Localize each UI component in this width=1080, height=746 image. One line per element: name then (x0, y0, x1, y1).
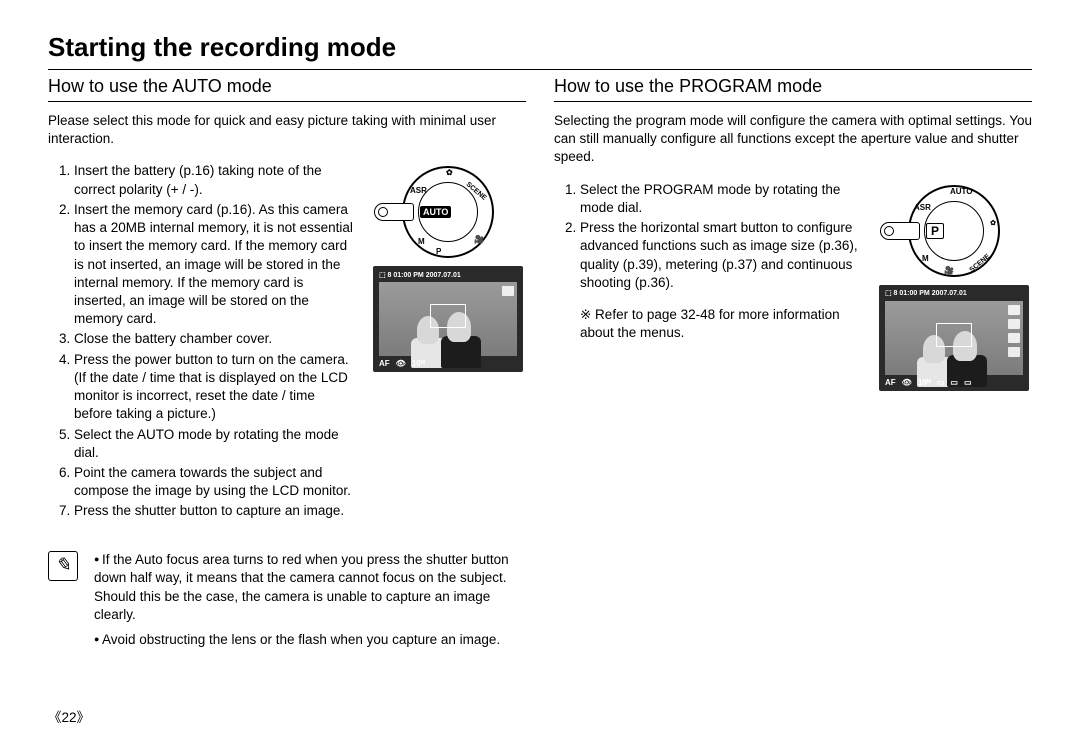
auto-step-7: Press the shutter button to capture an i… (74, 502, 356, 520)
mode-dial-auto-icon: ✿ SCENE 🎥 P M ASR AUTO (402, 166, 494, 258)
auto-mode-steps: Insert the battery (p.16) taking note of… (54, 162, 356, 520)
meter-icon (1008, 347, 1020, 357)
drive-icon: ▭ (937, 378, 945, 387)
note-item-2: Avoid obstructing the lens or the flash … (94, 631, 516, 650)
lcd-right-icons (1007, 305, 1021, 371)
right-column: How to use the PROGRAM mode Selecting th… (554, 76, 1032, 656)
lcd-bottom-status: AF 👁 10ᴹ (379, 358, 517, 369)
program-reference-note: ※ Refer to page 32-48 for more informati… (554, 306, 862, 342)
note-item-1: If the Auto focus area turns to red when… (94, 551, 516, 626)
size-icon (1008, 319, 1020, 329)
quality-icon (1008, 333, 1020, 343)
focus-rect-icon (936, 323, 972, 347)
dial-pointer-icon (374, 203, 414, 221)
program-mode-heading: How to use the PROGRAM mode (554, 76, 1032, 102)
note-list: If the Auto focus area turns to red when… (94, 551, 516, 656)
lcd-af-label: AF (379, 359, 390, 368)
auto-step-1: Insert the battery (p.16) taking note of… (74, 162, 356, 198)
auto-step-2: Insert the memory card (p.16). As this c… (74, 201, 356, 329)
auto-step-6: Point the camera towards the subject and… (74, 464, 356, 500)
auto-step-3: Close the battery chamber cover. (74, 330, 356, 348)
camera-icon (1008, 305, 1020, 315)
mode-dial-program-icon: AUTO ✿ SCENE 🎥 M ASR P (908, 185, 1000, 277)
two-column-layout: How to use the AUTO mode Please select t… (48, 76, 1032, 656)
redeye-icon: 👁 (396, 359, 406, 368)
lcd-count: 10ᴹ (412, 359, 425, 368)
iso-icon: ▭ (950, 378, 958, 387)
auto-mode-body: Insert the battery (p.16) taking note of… (48, 162, 526, 522)
lcd-preview-auto: ⬚ 8 01:00 PM 2007.07.01 AF 👁 10ᴹ (373, 266, 523, 372)
page-number: 《22》 (48, 706, 90, 726)
camera-icon (502, 286, 514, 296)
auto-step-4: Press the power button to turn on the ca… (74, 351, 356, 424)
program-step-1: Select the PROGRAM mode by rotating the … (580, 181, 862, 217)
program-mode-intro: Selecting the program mode will configur… (554, 112, 1032, 167)
program-mode-steps: Select the PROGRAM mode by rotating the … (560, 181, 862, 292)
lcd-right-icons (501, 286, 515, 352)
note-box: ✎ If the Auto focus area turns to red wh… (48, 551, 526, 656)
focus-rect-icon (430, 304, 466, 328)
page-title: Starting the recording mode (48, 32, 1032, 70)
program-mode-body: Select the PROGRAM mode by rotating the … (554, 181, 1032, 391)
ev-icon: ▭ (964, 378, 972, 387)
auto-mode-steps-wrap: Insert the battery (p.16) taking note of… (48, 162, 356, 522)
lcd-top-status: ⬚ 8 01:00 PM 2007.07.01 (379, 269, 517, 280)
dial-label-auto: AUTO (420, 206, 451, 218)
dial-label-program: P (926, 223, 944, 239)
note-icon: ✎ (48, 551, 78, 581)
dial-pointer-icon (880, 222, 920, 240)
lcd-af-label: AF (885, 378, 896, 387)
program-mode-text: Select the PROGRAM mode by rotating the … (554, 181, 862, 391)
program-step-2: Press the horizontal smart button to con… (580, 219, 862, 292)
lcd-top-status: ⬚ 8 01:00 PM 2007.07.01 (885, 288, 1023, 299)
lcd-count: 10ᴹ (918, 378, 931, 387)
auto-mode-illustrations: ✿ SCENE 🎥 P M ASR AUTO ⬚ 8 01:00 PM 2007… (370, 162, 526, 522)
auto-mode-intro: Please select this mode for quick and ea… (48, 112, 526, 148)
auto-mode-heading: How to use the AUTO mode (48, 76, 526, 102)
redeye-icon: 👁 (902, 378, 912, 387)
lcd-preview-program: ⬚ 8 01:00 PM 2007.07.01 AF � (879, 285, 1029, 391)
auto-step-5: Select the AUTO mode by rotating the mod… (74, 426, 356, 462)
program-mode-illustrations: AUTO ✿ SCENE 🎥 M ASR P ⬚ 8 01:00 PM 2007… (876, 181, 1032, 391)
lcd-bottom-status: AF 👁 10ᴹ ▭ ▭ ▭ (885, 377, 1023, 388)
left-column: How to use the AUTO mode Please select t… (48, 76, 526, 656)
